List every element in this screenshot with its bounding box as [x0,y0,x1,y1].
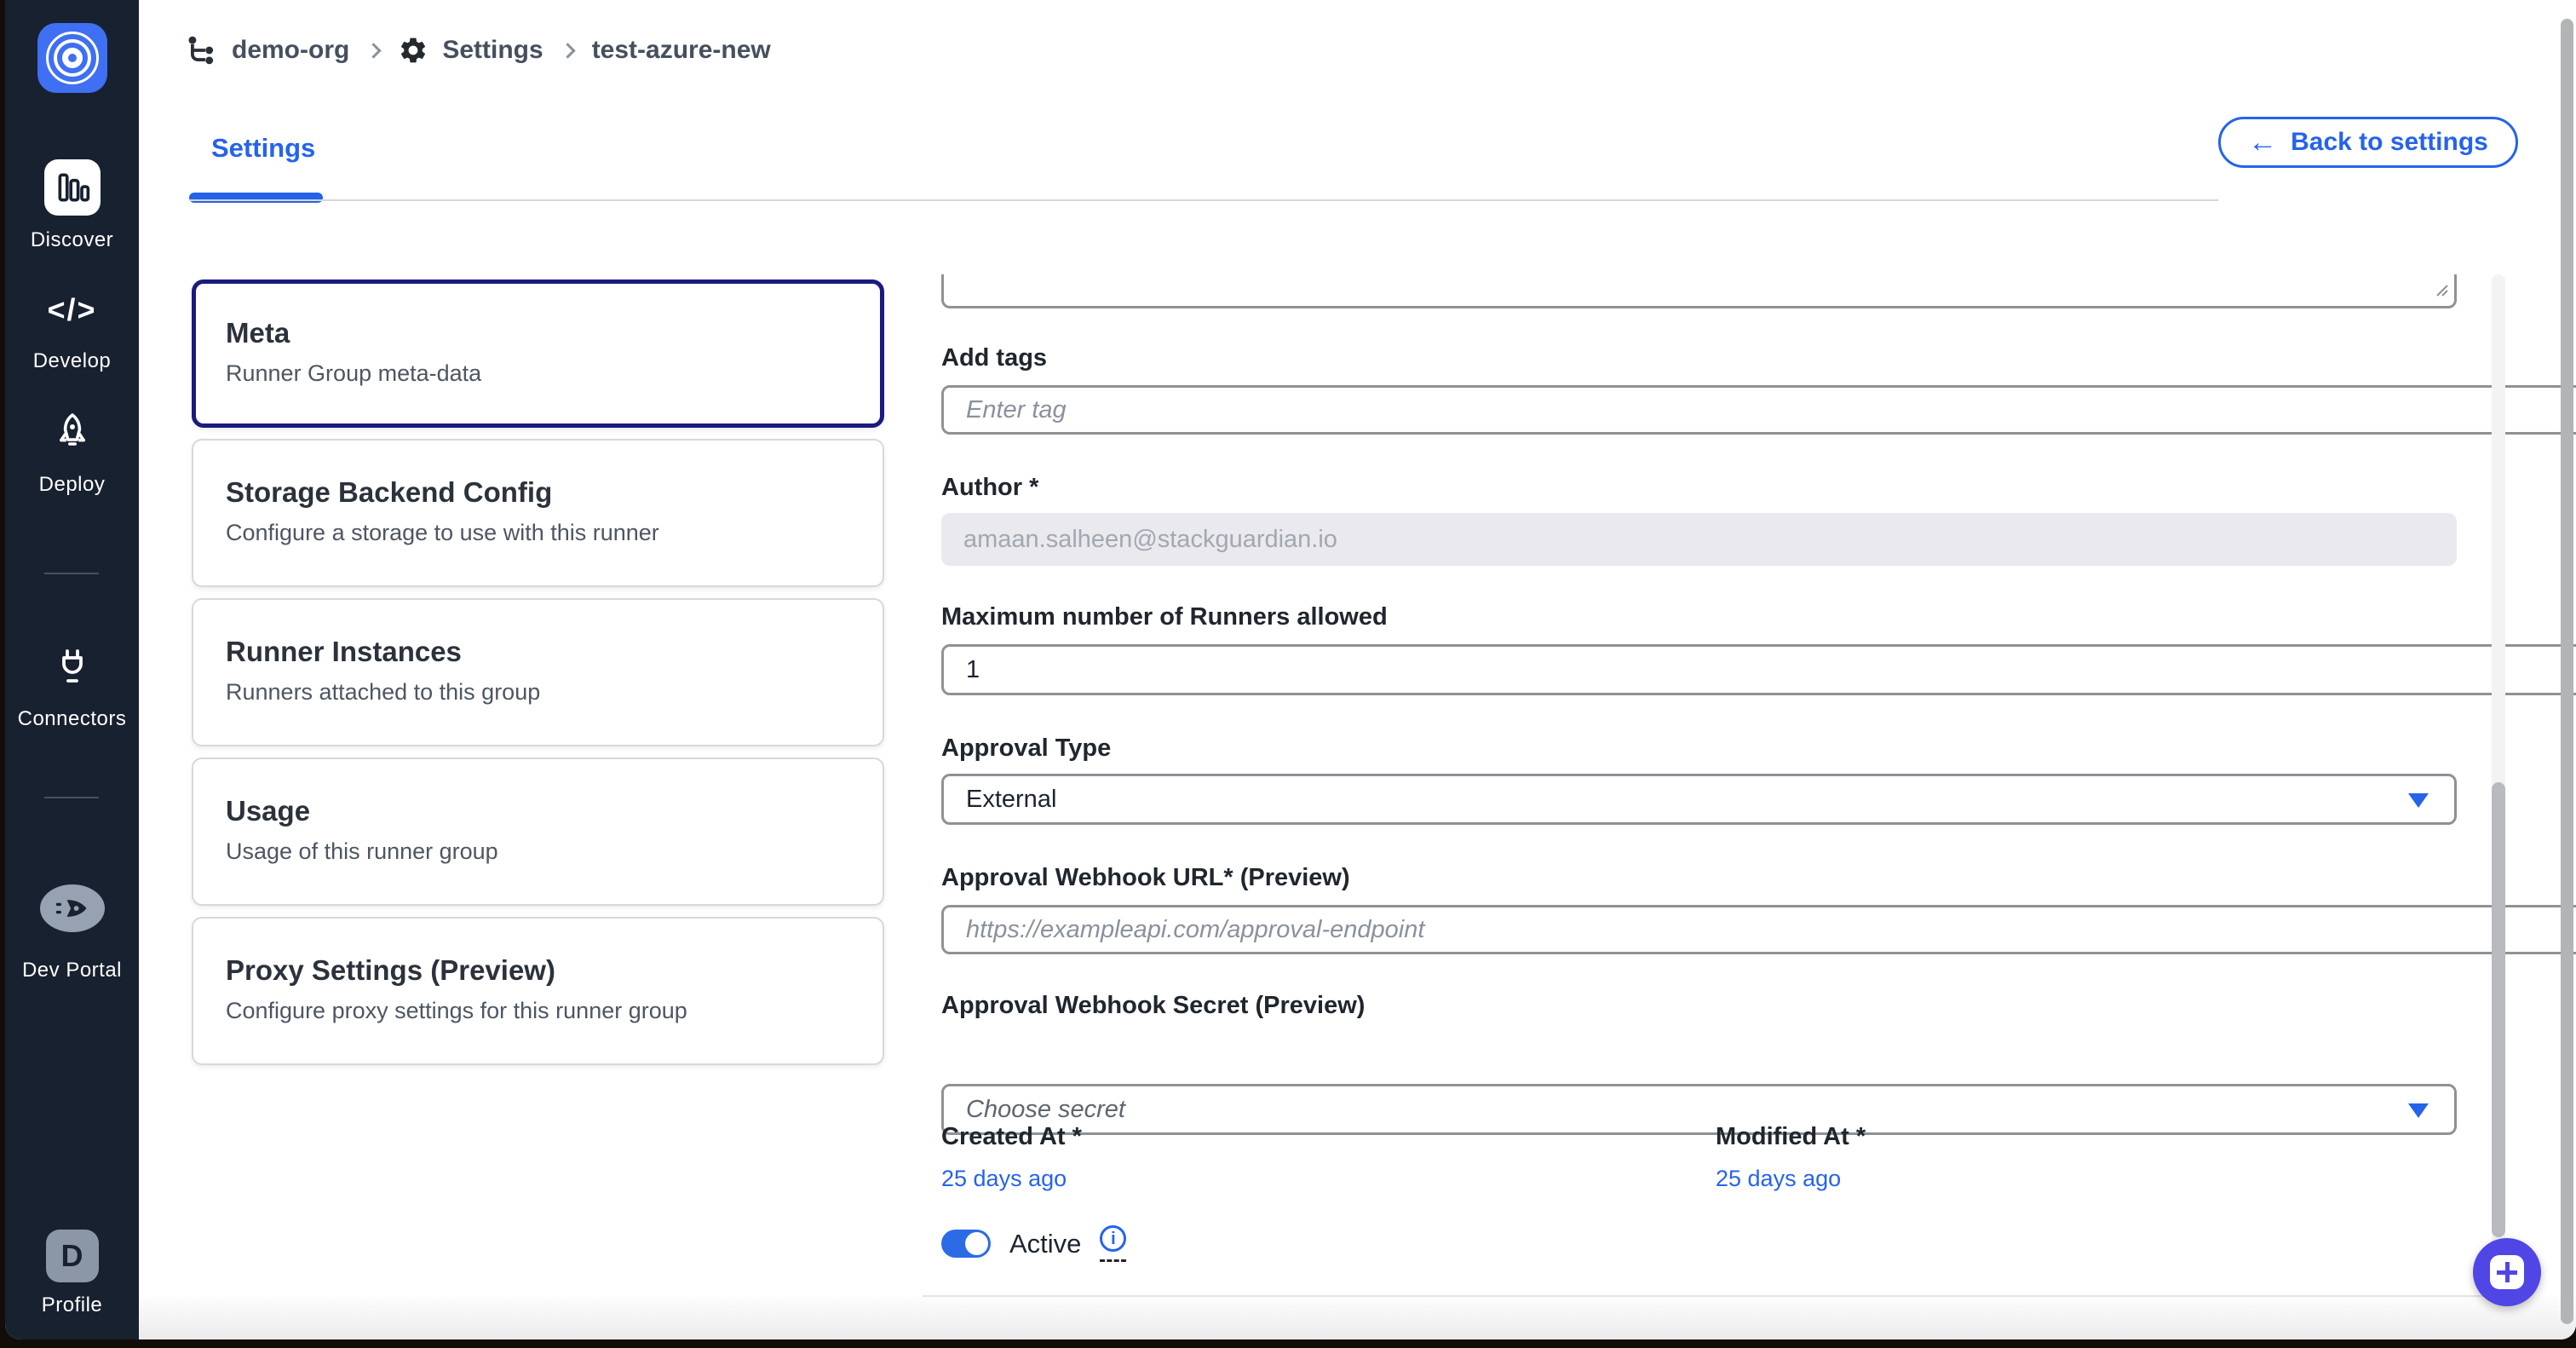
plug-icon [52,646,93,694]
created-at-label: Created At * [941,1123,1691,1151]
author-field-disabled: amaan.salheen@stackguardian.io [941,513,2457,566]
card-subtitle: Runner Group meta-data [226,360,880,387]
bar-chart-icon [44,159,101,216]
sidebar-item-connectors[interactable] [5,646,139,694]
modified-at-label: Modified At * [1716,1123,1866,1151]
breadcrumb-item: test-azure-new [592,36,771,65]
card-subtitle: Runners attached to this group [226,679,883,706]
breadcrumb: demo-org Settings test-azure-new [186,34,771,66]
sidebar-label-dev-portal[interactable]: Dev Portal [5,959,139,982]
form-scrollbar-thumb[interactable] [2492,782,2505,1237]
sidebar-item-deploy[interactable] [5,411,139,459]
max-runners-label: Maximum number of Runners allowed [941,603,2457,631]
sidebar-label-deploy[interactable]: Deploy [5,473,139,497]
chevron-down-icon [2408,1103,2429,1118]
app-logo[interactable] [5,23,139,93]
card-subtitle: Configure a storage to use with this run… [226,520,883,546]
main-content: demo-org Settings test-azure-new Setting… [139,0,2576,1339]
chevron-right-icon [366,43,382,58]
sidebar-label-develop[interactable]: Develop [5,349,139,373]
card-title: Runner Instances [226,636,883,668]
author-label: Author * [941,474,2457,502]
back-button-label: Back to settings [2291,128,2488,157]
modified-at-value[interactable]: 25 days ago [1716,1166,1841,1192]
tab-hairline [189,199,2218,201]
card-title: Meta [226,317,880,349]
left-arrow-icon: ← [2248,128,2277,157]
sidebar-item-profile[interactable]: D [5,1230,139,1282]
chevron-down-icon [2408,793,2429,808]
tab-active-underline [189,193,323,203]
sidebar-item-discover[interactable] [5,159,139,216]
section-card-list: Meta Runner Group meta-data Storage Back… [192,279,884,1065]
chevron-right-icon [560,43,575,58]
approval-type-value: External [966,786,1056,814]
app-window: Discover </> Develop Deploy [5,0,2576,1339]
stackguardian-logo-icon [37,23,107,93]
webhook-secret-placeholder: Choose secret [966,1096,1125,1124]
card-meta[interactable]: Meta Runner Group meta-data [192,279,884,428]
toggle-knob [965,1232,988,1255]
card-title: Usage [226,795,883,827]
webhook-url-label: Approval Webhook URL* (Preview) [941,864,2457,892]
sidebar-label-discover[interactable]: Discover [5,228,139,252]
sidebar-divider [44,797,99,798]
dev-portal-rocket-icon [40,884,105,932]
active-toggle-row: Active i [941,1225,1126,1262]
page: Discover </> Develop Deploy [0,0,2576,1348]
add-floating-action-button[interactable] [2473,1238,2541,1306]
resize-handle-icon[interactable] [2434,282,2449,302]
sidebar-item-develop[interactable]: </> [5,292,139,328]
description-textarea-clipped[interactable] [941,274,2457,308]
max-runners-input[interactable] [941,644,2576,695]
tag-input[interactable] [941,385,2576,435]
card-title: Proxy Settings (Preview) [226,954,883,987]
card-storage-backend[interactable]: Storage Backend Config Configure a stora… [192,439,884,587]
sidebar-divider [44,573,99,574]
sidebar-label-connectors[interactable]: Connectors [5,707,139,731]
card-subtitle: Usage of this runner group [226,838,883,865]
sidebar-label-profile[interactable]: Profile [5,1293,139,1317]
webhook-secret-label: Approval Webhook Secret (Preview) [941,992,2457,1020]
active-toggle[interactable] [941,1230,991,1258]
breadcrumb-settings[interactable]: Settings [442,36,543,65]
avatar: D [46,1230,99,1282]
author-value: amaan.salheen@stackguardian.io [963,526,1337,554]
active-info[interactable]: i [1100,1225,1126,1262]
info-icon: i [1100,1225,1126,1252]
bottom-gradient [139,1297,2576,1339]
sidebar: Discover </> Develop Deploy [5,0,139,1339]
card-title: Storage Backend Config [226,476,883,509]
org-tree-icon [186,34,218,66]
card-proxy-settings[interactable]: Proxy Settings (Preview) Configure proxy… [192,917,884,1065]
code-icon: </> [47,292,96,328]
approval-type-select[interactable]: External [941,774,2457,825]
back-to-settings-button[interactable]: ← Back to settings [2218,117,2518,168]
card-subtitle: Configure proxy settings for this runner… [226,998,883,1024]
plus-icon [2490,1255,2524,1289]
sidebar-item-dev-portal[interactable] [5,884,139,932]
gear-icon [398,35,428,66]
active-label: Active [1009,1229,1081,1259]
window-scrollbar-thumb[interactable] [2561,19,2573,1324]
breadcrumb-org[interactable]: demo-org [232,36,349,65]
rocket-icon [52,411,93,459]
card-usage[interactable]: Usage Usage of this runner group [192,758,884,906]
tab-settings[interactable]: Settings [211,133,315,164]
card-runner-instances[interactable]: Runner Instances Runners attached to thi… [192,598,884,746]
webhook-url-input[interactable] [941,905,2576,954]
approval-type-label: Approval Type [941,734,2457,763]
created-at-value[interactable]: 25 days ago [941,1166,1691,1192]
add-tags-label: Add tags [941,344,2457,372]
